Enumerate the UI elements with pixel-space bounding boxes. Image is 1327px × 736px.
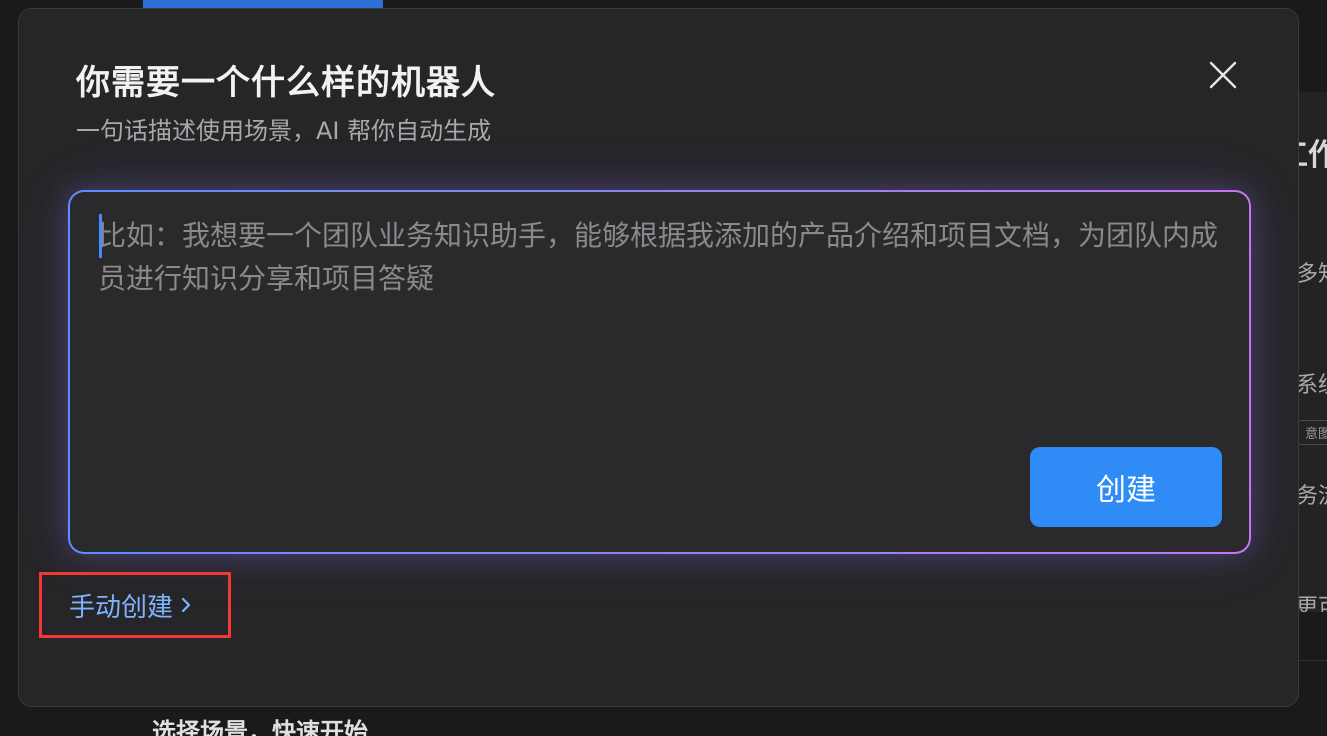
- bg-card-tag: 意图: [1296, 420, 1327, 445]
- create-bot-dialog: 你需要一个什么样的机器人 一句话描述使用场景，AI 帮你自动生成 创建 手动创建: [18, 8, 1299, 707]
- close-button[interactable]: [1203, 55, 1243, 95]
- bg-card-line: 更可: [1296, 595, 1327, 612]
- chevron-right-icon: [179, 595, 193, 615]
- bg-card-line: 务流: [1296, 484, 1327, 509]
- bg-divider: [1300, 660, 1327, 661]
- manual-create-link[interactable]: 手动创建: [39, 572, 231, 638]
- bg-card-description: 多知 系统 务流 更可: [1296, 182, 1327, 612]
- manual-create-label: 手动创建: [69, 592, 174, 623]
- dialog-subtitle: 一句话描述使用场景，AI 帮你自动生成: [76, 117, 492, 145]
- text-caret: [99, 214, 102, 258]
- bg-card-line: 多知: [1296, 262, 1327, 287]
- bg-create-bot-button[interactable]: 创建机器人: [143, 0, 383, 8]
- prompt-inner: 创建: [70, 192, 1249, 552]
- close-icon: [1209, 61, 1237, 89]
- create-button[interactable]: 创建: [1030, 447, 1222, 527]
- bg-section-title: 选择场景，快速开始: [152, 718, 368, 736]
- prompt-box: 创建: [68, 190, 1251, 554]
- dialog-title: 你需要一个什么样的机器人: [76, 63, 496, 103]
- bg-card-line: 系统: [1296, 373, 1327, 398]
